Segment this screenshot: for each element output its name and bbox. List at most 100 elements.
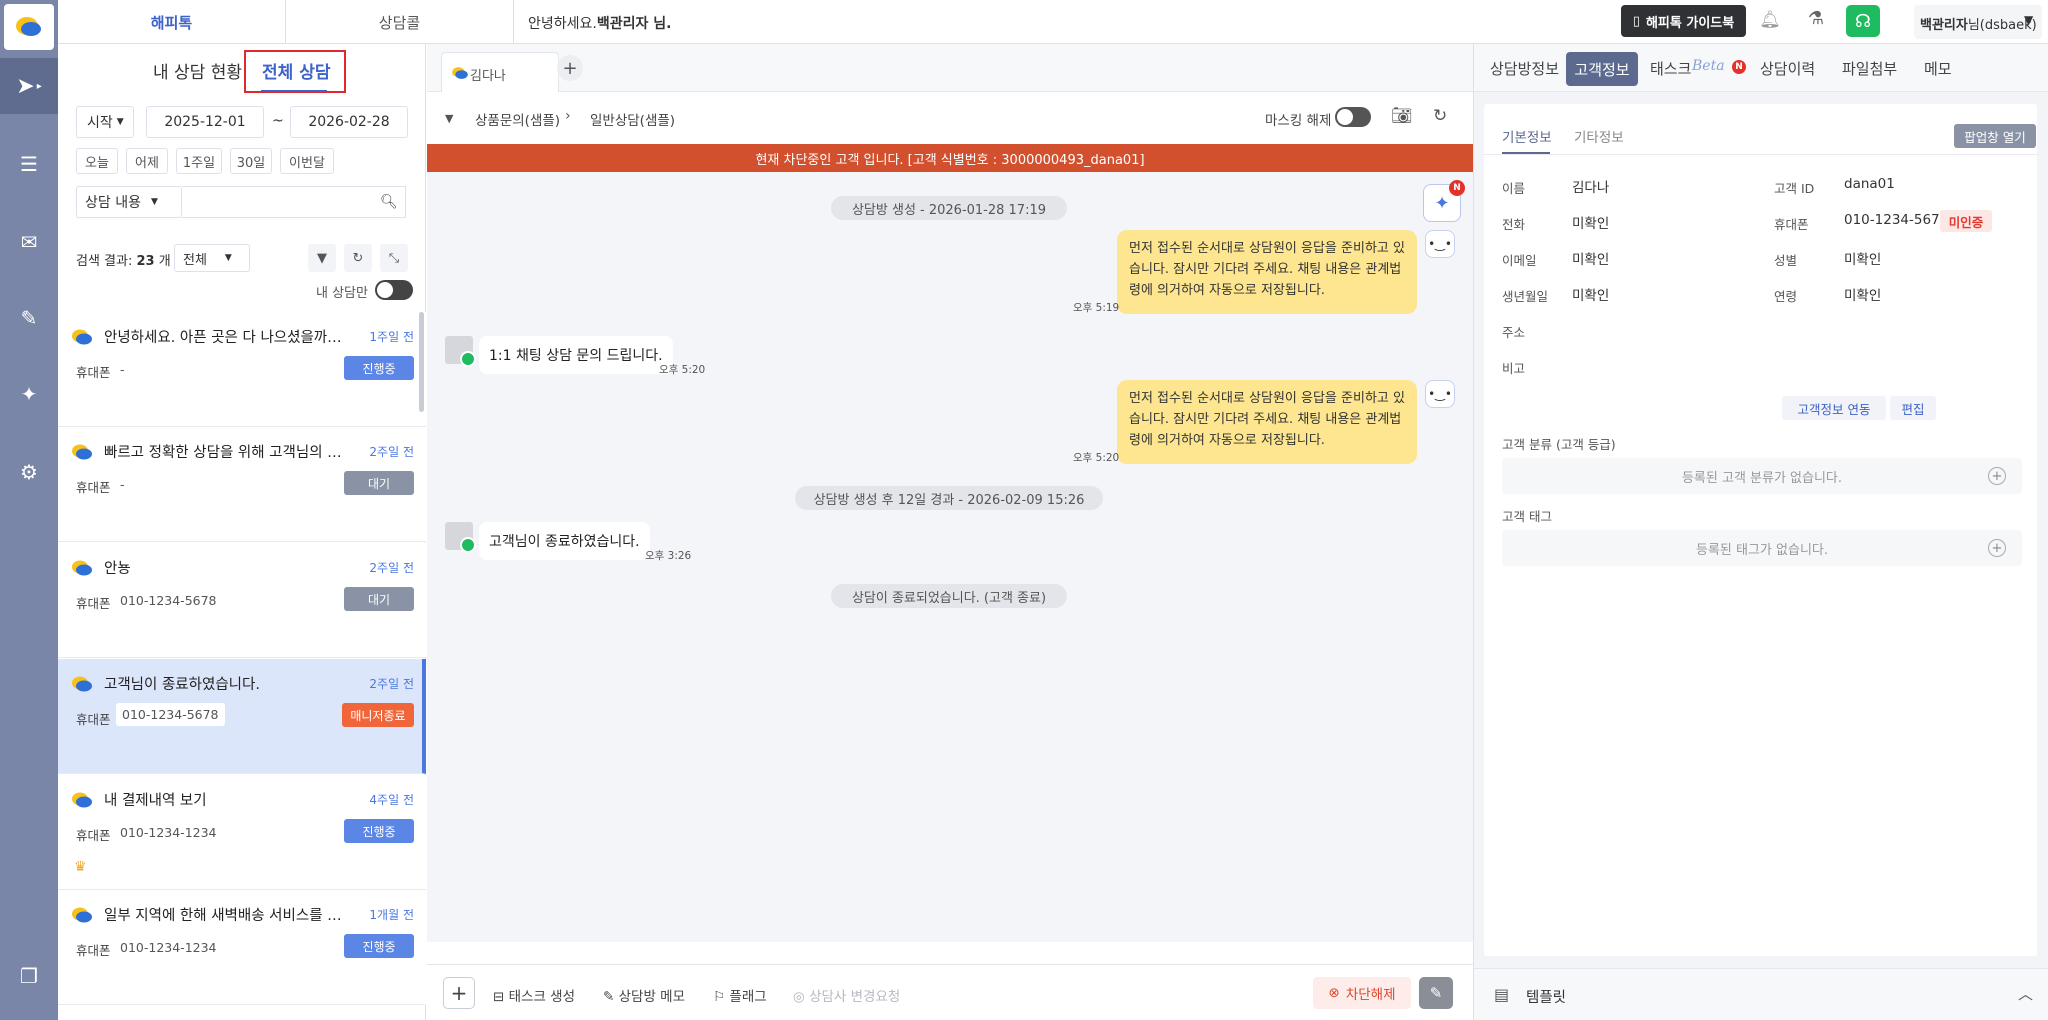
- create-task-button[interactable]: ⊟ 태스크 생성: [493, 985, 575, 1005]
- tab-files[interactable]: 파일첨부: [1842, 58, 1897, 79]
- tab-memo[interactable]: 메모: [1924, 58, 1952, 79]
- collapse-icon[interactable]: ⤡: [380, 244, 408, 272]
- chat-tab-kimdana[interactable]: 김다나: [441, 52, 559, 92]
- class-empty-text: 등록된 고객 분류가 없습니다.: [1681, 470, 1843, 486]
- list-item[interactable]: 일부 지역에 한해 새벽배송 서비스를 운영하... 1개월 전 휴대폰 010…: [58, 890, 426, 1005]
- sort-down-icon[interactable]: ▼: [308, 244, 336, 272]
- caret-down-icon[interactable]: ▼: [445, 112, 453, 125]
- refresh-icon[interactable]: ↻: [1433, 106, 1447, 126]
- user-block-icon: ⊗: [1328, 985, 1340, 1001]
- info-panel: 상담방정보 고객정보 태스크 Beta N 상담이력 파일첨부 메모 기본정보 …: [1473, 44, 2048, 1020]
- tab-customer-info[interactable]: 고객정보: [1566, 52, 1638, 86]
- name-value: 김다나: [1572, 180, 1610, 196]
- chevron-down-icon: ▼: [2024, 13, 2034, 27]
- nav-send-icon[interactable]: ➤ ▸: [0, 58, 58, 114]
- chat-channel-icon: [452, 67, 468, 79]
- write-icon[interactable]: ✎: [1419, 977, 1453, 1009]
- tab-history[interactable]: 상담이력: [1760, 58, 1815, 79]
- sync-customer-button[interactable]: 고객정보 연동: [1782, 396, 1886, 420]
- status-filter-select[interactable]: 전체 ▼: [174, 244, 250, 272]
- system-message: 상담이 종료되었습니다. (고객 종료): [831, 584, 1067, 608]
- flag-label: 플래그: [729, 989, 767, 1005]
- add-tag-icon[interactable]: +: [1988, 539, 2006, 557]
- nav-docs-icon[interactable]: ❐: [0, 948, 58, 1004]
- status-badge: 진행중: [344, 356, 414, 380]
- date-type-select[interactable]: 시작 ▼: [76, 106, 134, 138]
- nav-list-icon[interactable]: ☰: [0, 136, 58, 192]
- change-agent-button[interactable]: ◎ 상담사 변경요청: [793, 985, 900, 1005]
- room-memo-button[interactable]: ✎ 상담방 메모: [603, 985, 685, 1005]
- mine-only-label: 내 상담만: [316, 286, 368, 301]
- app-logo[interactable]: [4, 4, 54, 50]
- date-to-input[interactable]: 2026-02-28: [290, 106, 408, 138]
- list-item[interactable]: 내 결제내역 보기 4주일 전 휴대폰 010-1234-1234 진행중 ♛: [58, 775, 426, 890]
- edit-button[interactable]: 편집: [1890, 396, 1936, 420]
- subtab-other-info[interactable]: 기타정보: [1574, 126, 1624, 146]
- search-type-select[interactable]: 상담 내용 ▼: [76, 186, 182, 218]
- tab-consultcall[interactable]: 상담콜: [286, 0, 514, 44]
- open-popup-button[interactable]: 팝업창 열기: [1954, 124, 2036, 148]
- camera-icon[interactable]: 📷︎: [1391, 106, 1413, 126]
- chat-channel-icon: [72, 560, 92, 576]
- chat-panel: 김다나 + ▼ 상품문의(샘플) › 일반상담(샘플) 마스킹 해제 📷︎ ↻ …: [427, 44, 1473, 1020]
- template-bar[interactable]: ▤ 템플릿 ︿: [1474, 968, 2048, 1020]
- list-item[interactable]: 안녕하세요. 아픈 곳은 다 나으셨을까요? 1주일 전 휴대폰 - 진행중: [58, 312, 426, 427]
- chip-yesterday[interactable]: 어제: [126, 148, 168, 174]
- item-title: 내 결제내역 보기: [104, 793, 207, 809]
- guidebook-button[interactable]: ▯ 해피톡 가이드북: [1621, 5, 1746, 37]
- refresh-icon[interactable]: ↻: [344, 244, 372, 272]
- search-input[interactable]: [182, 186, 406, 218]
- status-badge: 진행중: [344, 934, 414, 958]
- info-tab-bar: 상담방정보 고객정보 태스크 Beta N 상담이력 파일첨부 메모: [1474, 44, 2048, 92]
- subtab-basic-info[interactable]: 기본정보: [1502, 126, 1552, 146]
- bell-icon[interactable]: 🔔︎: [1758, 10, 1782, 34]
- date-type-value: 시작: [87, 115, 113, 131]
- flag-icon: ⚐: [713, 989, 730, 1005]
- chip-30days[interactable]: 30일: [230, 148, 272, 174]
- tab-happytalk[interactable]: 해피톡: [58, 0, 286, 44]
- chevron-up-icon[interactable]: ︿: [2018, 983, 2033, 1004]
- item-time: 2주일 전: [369, 445, 414, 459]
- list-item[interactable]: 안뇽 2주일 전 휴대폰 010-1234-5678 대기: [58, 543, 426, 658]
- user-menu[interactable]: 백관리자님(dsbaek) ▼: [1914, 5, 2042, 39]
- phone-label: 휴대폰: [76, 712, 111, 727]
- tab-room-info[interactable]: 상담방정보: [1490, 58, 1559, 79]
- nav-chart-icon[interactable]: ✎: [0, 290, 58, 346]
- search-icon[interactable]: 🔍︎: [380, 194, 398, 210]
- flag-button[interactable]: ⚐ 플래그: [713, 985, 767, 1005]
- nav-settings-icon[interactable]: ⚙: [0, 444, 58, 500]
- add-class-icon[interactable]: +: [1988, 467, 2006, 485]
- tab-all-consults[interactable]: 전체 상담: [262, 58, 330, 88]
- phone-label: 휴대폰: [76, 365, 111, 380]
- chip-week[interactable]: 1주일: [176, 148, 222, 174]
- tab-my-consults[interactable]: 내 상담 현황: [153, 58, 242, 88]
- masking-toggle[interactable]: [1335, 107, 1371, 127]
- breadcrumb-subcategory[interactable]: 일반상담(샘플): [590, 109, 675, 129]
- breadcrumb-category[interactable]: 상품문의(샘플): [475, 109, 560, 129]
- conversation-list: 안녕하세요. 아픈 곳은 다 나으셨을까요? 1주일 전 휴대폰 - 진행중 빠…: [58, 312, 426, 1020]
- tab-task[interactable]: 태스크: [1650, 58, 1691, 79]
- blocked-notice: 현재 차단중인 고객 입니다. [고객 식별번호 : 3000000493_da…: [427, 144, 1473, 172]
- list-item-selected[interactable]: 고객님이 종료하였습니다. 2주일 전 휴대폰 010-1234-5678 매니…: [58, 659, 426, 774]
- flask-icon[interactable]: ⚗: [1802, 8, 1830, 36]
- date-from-input[interactable]: 2025-12-01: [146, 106, 264, 138]
- add-tab-button[interactable]: +: [557, 55, 583, 81]
- ticket-icon: ⊟: [493, 989, 509, 1005]
- phone-value: -: [120, 477, 125, 492]
- name-label: 이름: [1502, 181, 1526, 196]
- attach-plus-button[interactable]: +: [443, 977, 475, 1009]
- headset-icon[interactable]: ☊: [1846, 5, 1880, 37]
- item-time: 4주일 전: [369, 793, 414, 807]
- caret-down-icon: ▼: [116, 117, 124, 127]
- item-title: 안뇽: [104, 561, 131, 577]
- list-scrollbar[interactable]: [419, 312, 424, 412]
- chip-this-month[interactable]: 이번달: [280, 148, 334, 174]
- mine-only-toggle[interactable]: [375, 280, 413, 300]
- unblock-button[interactable]: ⊗ 차단해제: [1313, 977, 1411, 1009]
- date-separator: ~: [272, 113, 284, 129]
- chip-today[interactable]: 오늘: [76, 148, 118, 174]
- nav-sparkle-icon[interactable]: ✦: [0, 366, 58, 422]
- nav-mail-icon[interactable]: ✉: [0, 214, 58, 270]
- create-task-label: 태스크 생성: [508, 989, 576, 1005]
- list-item[interactable]: 빠르고 정확한 상담을 위해 고객님의 프로필... 2주일 전 휴대폰 - 대…: [58, 427, 426, 542]
